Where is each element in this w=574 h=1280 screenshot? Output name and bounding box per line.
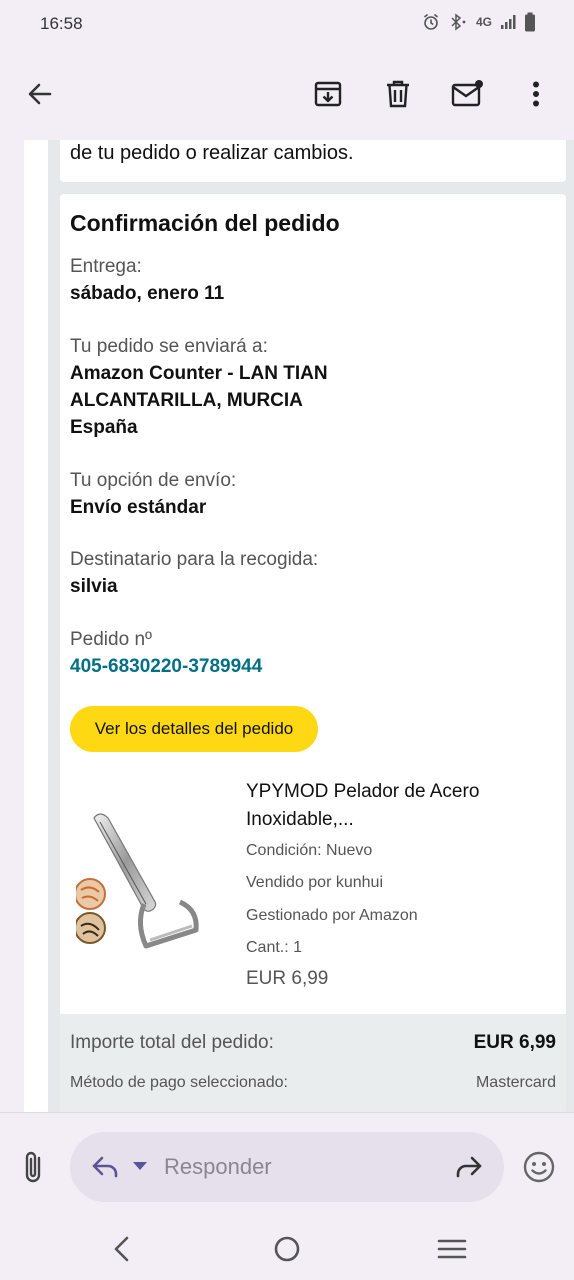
product-image[interactable] xyxy=(74,806,216,966)
order-confirmation-card: Confirmación del pedido Entrega: sábado,… xyxy=(60,194,566,1112)
back-button[interactable] xyxy=(20,74,60,114)
payment-method-label: Método de pago seleccionado: xyxy=(70,1074,288,1091)
product-quantity: Cant.: 1 xyxy=(246,939,303,956)
view-order-details-button[interactable]: Ver los detalles del pedido xyxy=(70,706,318,752)
email-content[interactable]: de tu pedido o realizar cambios. Confirm… xyxy=(0,140,574,1112)
product-price: EUR 6,99 xyxy=(246,968,329,989)
product-condition: Condición: Nuevo xyxy=(246,842,373,859)
recipient-label: Destinatario para la recogida: xyxy=(70,549,319,570)
status-icons: 4G xyxy=(422,12,536,32)
message-thread-strip xyxy=(24,140,48,1112)
delivery-label: Entrega: xyxy=(70,256,142,277)
archive-button[interactable] xyxy=(308,74,348,114)
total-label: Importe total del pedido: xyxy=(70,1032,274,1053)
network-type: 4G xyxy=(475,15,492,29)
section-title: Confirmación del pedido xyxy=(70,210,340,236)
arrow-back-icon xyxy=(28,83,52,105)
ship-to-line1: Amazon Counter - LAN TIAN xyxy=(70,363,328,384)
system-nav-bar xyxy=(0,1220,574,1280)
mark-unread-icon xyxy=(451,80,483,107)
ship-to-line3: España xyxy=(70,417,138,438)
archive-icon xyxy=(314,81,342,107)
shipping-option-label: Tu opción de envío: xyxy=(70,470,237,491)
product-title-line1: YPYMOD Pelador de Acero xyxy=(246,781,480,802)
more-options-button[interactable] xyxy=(516,74,556,114)
reply-placeholder: Responder xyxy=(164,1154,272,1179)
trash-icon xyxy=(387,80,409,108)
nav-back-icon[interactable] xyxy=(110,1234,134,1264)
product-title[interactable]: YPYMOD Pelador de Acero Inoxidable,... xyxy=(246,778,546,834)
order-number-link[interactable]: 405-6830220-3789944 xyxy=(70,656,262,678)
mark-unread-button[interactable] xyxy=(448,74,488,114)
delivery-value: sábado, enero 11 xyxy=(70,283,225,304)
forward-icon[interactable] xyxy=(452,1152,484,1182)
product-title-line2: Inoxidable,... xyxy=(246,809,354,830)
shipping-option-value: Envío estándar xyxy=(70,497,207,518)
info-text: de tu pedido o realizar cambios. xyxy=(70,142,354,164)
nav-recents-icon[interactable] xyxy=(436,1234,468,1264)
reply-field[interactable]: Responder xyxy=(70,1132,504,1202)
payment-method-value: Mastercard xyxy=(475,1074,556,1091)
order-totals: Importe total del pedido: EUR 6,99 Métod… xyxy=(60,1014,566,1112)
emoji-icon[interactable] xyxy=(522,1150,556,1184)
product-seller: Vendido por kunhui xyxy=(246,874,383,891)
order-number-label: Pedido nº xyxy=(70,629,152,650)
recipient-value: silvia xyxy=(70,576,118,597)
bluetooth-icon xyxy=(451,13,466,31)
info-card: de tu pedido o realizar cambios. xyxy=(60,140,566,182)
attach-button[interactable] xyxy=(18,1149,52,1185)
delete-button[interactable] xyxy=(378,74,418,114)
battery-icon xyxy=(525,12,535,32)
app-bar xyxy=(0,48,574,140)
product-fulfilled-by: Gestionado por Amazon xyxy=(246,907,418,924)
reply-bar: Responder xyxy=(0,1112,574,1220)
paperclip-icon xyxy=(25,1151,41,1183)
total-value: EUR 6,99 xyxy=(473,1032,556,1053)
email-body: de tu pedido o realizar cambios. Confirm… xyxy=(48,140,574,1112)
ship-to-label: Tu pedido se enviará a: xyxy=(70,336,268,357)
signal-icon xyxy=(501,15,516,29)
status-time: 16:58 xyxy=(40,14,83,33)
ship-to-line2: ALCANTARILLA, MURCIA xyxy=(70,390,303,411)
nav-home-icon[interactable] xyxy=(272,1234,302,1264)
alarm-icon xyxy=(423,13,438,30)
peeler-image-icon xyxy=(74,813,199,949)
reply-icon[interactable] xyxy=(90,1152,122,1182)
more-vert-icon xyxy=(533,81,539,107)
chevron-down-icon[interactable] xyxy=(132,1160,148,1172)
status-bar: 16:58 4G xyxy=(0,0,574,48)
